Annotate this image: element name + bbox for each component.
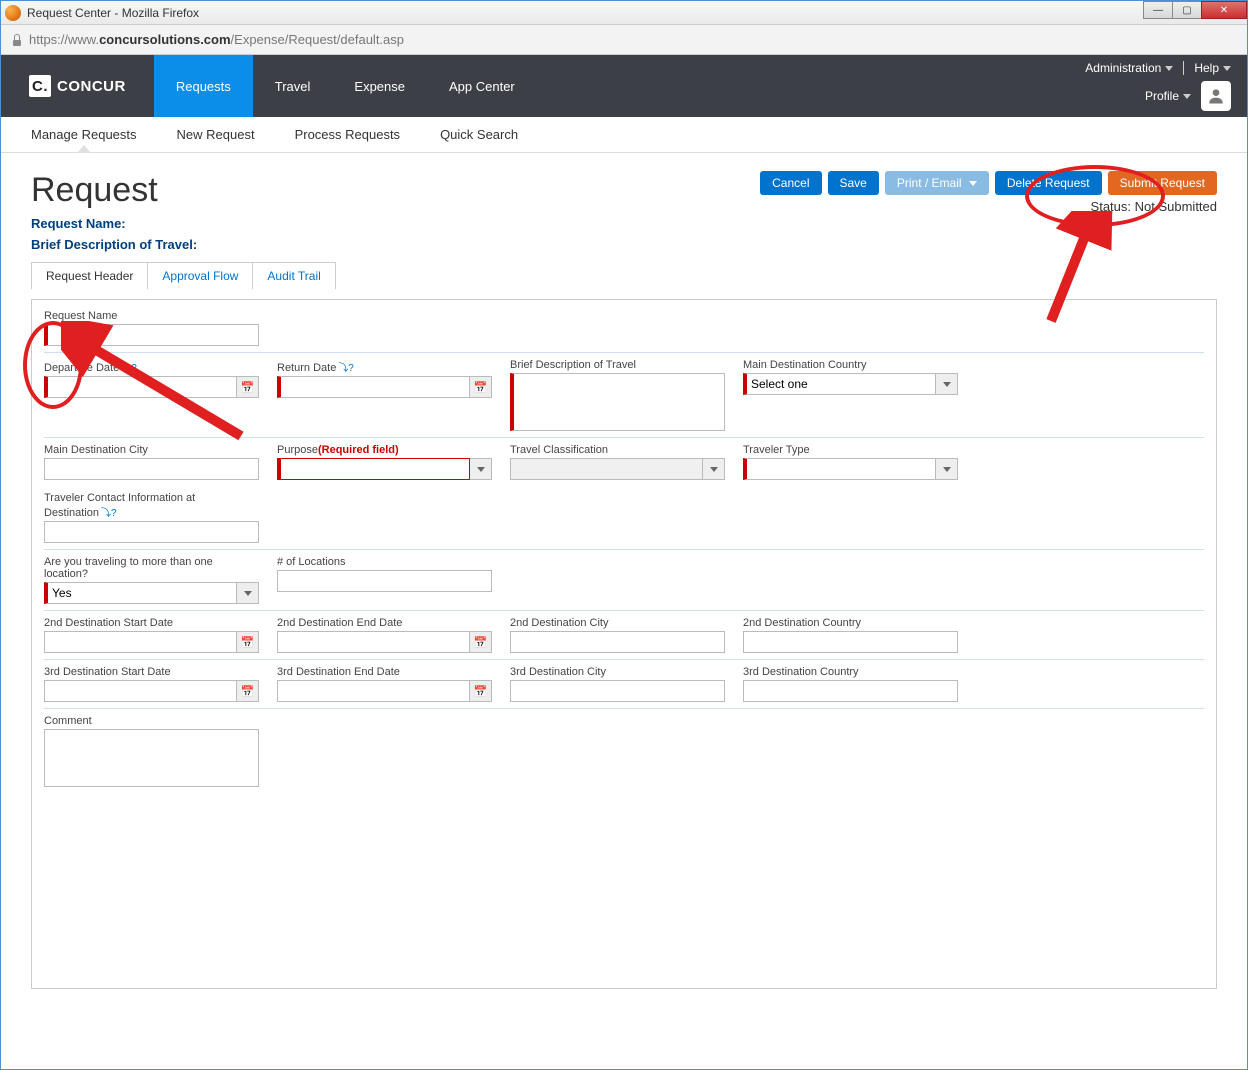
save-button[interactable]: Save [828,171,879,195]
calendar-icon[interactable]: 📅 [237,631,259,653]
chevron-down-icon[interactable] [237,582,259,604]
label-purpose: Purpose(Required field) [277,444,492,456]
chevron-down-icon[interactable] [470,458,492,480]
label-d3-end: 3rd Destination End Date [277,666,492,678]
label-main-dest-country: Main Destination Country [743,359,958,371]
label-departure-date: Departure Date⤵? [44,359,259,374]
window-maximize-button[interactable]: ▢ [1172,1,1202,19]
contact-info-input[interactable] [44,521,259,543]
calendar-icon[interactable]: 📅 [237,376,259,398]
calendar-icon[interactable]: 📅 [470,680,492,702]
d2-start-input[interactable] [44,631,237,653]
tab-request-header[interactable]: Request Header [31,262,148,289]
d3-end-input[interactable] [277,680,470,702]
brief-desc-textarea[interactable] [510,373,725,431]
meta-request-name: Request Name: [31,216,197,231]
d3-start-input[interactable] [44,680,237,702]
help-icon[interactable]: ⤵? [121,363,137,374]
nav-travel[interactable]: Travel [253,55,333,117]
lock-icon [11,34,23,46]
num-locations-input[interactable] [277,570,492,592]
departure-date-input[interactable] [44,376,237,398]
label-d2-country: 2nd Destination Country [743,617,958,629]
help-icon[interactable]: ⤵? [101,508,117,519]
purpose-select[interactable] [277,458,470,480]
label-contact-info: Traveler Contact Information at Destinat… [44,492,259,519]
nav-expense[interactable]: Expense [332,55,427,117]
browser-titlebar: Request Center - Mozilla Firefox — ▢ ✕ [1,1,1247,25]
window-title: Request Center - Mozilla Firefox [27,6,199,20]
label-d2-city: 2nd Destination City [510,617,725,629]
travel-class-select[interactable] [510,458,703,480]
request-name-input[interactable] [44,324,259,346]
subnav-quick-search[interactable]: Quick Search [440,117,518,152]
form-panel: Request Name Departure Date⤵? 📅 Return D… [31,299,1217,989]
label-return-date: Return Date⤵? [277,359,492,374]
subnav-process-requests[interactable]: Process Requests [295,117,401,152]
nav-appcenter[interactable]: App Center [427,55,537,117]
label-multi-location: Are you traveling to more than one locat… [44,556,259,580]
main-dest-country-select[interactable] [743,373,936,395]
nav-administration[interactable]: Administration [1085,61,1173,75]
label-traveler-type: Traveler Type [743,444,958,456]
chevron-down-icon[interactable] [936,373,958,395]
top-nav: C.CONCUR Requests Travel Expense App Cen… [1,55,1247,117]
page-title: Request [31,171,197,210]
chevron-down-icon[interactable] [936,458,958,480]
label-travel-class: Travel Classification [510,444,725,456]
address-bar[interactable]: https://www.concursolutions.com/Expense/… [1,25,1247,55]
brand-logo[interactable]: C.CONCUR [1,55,154,117]
cancel-button[interactable]: Cancel [760,171,821,195]
label-brief-desc: Brief Description of Travel [510,359,725,371]
d3-city-input[interactable] [510,680,725,702]
d2-country-input[interactable] [743,631,958,653]
status-text: Status: Not Submitted [760,199,1217,214]
calendar-icon[interactable]: 📅 [237,680,259,702]
calendar-icon[interactable]: 📅 [470,376,492,398]
calendar-icon[interactable]: 📅 [470,631,492,653]
multi-location-select[interactable] [44,582,237,604]
label-d3-country: 3rd Destination Country [743,666,958,678]
comment-textarea[interactable] [44,729,259,787]
label-comment: Comment [44,715,259,727]
label-d3-city: 3rd Destination City [510,666,725,678]
label-request-name: Request Name [44,310,259,322]
traveler-type-select[interactable] [743,458,936,480]
submit-request-button[interactable]: Submit Request [1108,171,1217,195]
nav-help[interactable]: Help [1194,61,1231,75]
d2-city-input[interactable] [510,631,725,653]
tab-audit-trail[interactable]: Audit Trail [252,262,335,289]
firefox-icon [5,5,21,21]
d3-country-input[interactable] [743,680,958,702]
form-tabs: Request Header Approval Flow Audit Trail [31,262,1217,289]
help-icon[interactable]: ⤵? [338,363,354,374]
meta-brief-desc: Brief Description of Travel: [31,237,197,252]
nav-profile[interactable]: Profile [1145,89,1191,103]
subnav-new-request[interactable]: New Request [177,117,255,152]
chevron-down-icon[interactable] [703,458,725,480]
tab-approval-flow[interactable]: Approval Flow [147,262,253,289]
label-d2-start: 2nd Destination Start Date [44,617,259,629]
sub-nav: Manage Requests New Request Process Requ… [1,117,1247,153]
label-d3-start: 3rd Destination Start Date [44,666,259,678]
delete-request-button[interactable]: Delete Request [995,171,1102,195]
avatar-icon[interactable] [1201,81,1231,111]
label-d2-end: 2nd Destination End Date [277,617,492,629]
label-num-locations: # of Locations [277,556,492,568]
label-main-dest-city: Main Destination City [44,444,259,456]
main-dest-city-input[interactable] [44,458,259,480]
nav-requests[interactable]: Requests [154,55,253,117]
print-email-button[interactable]: Print / Email [885,171,989,195]
subnav-manage-requests[interactable]: Manage Requests [31,117,137,152]
window-close-button[interactable]: ✕ [1201,1,1247,19]
return-date-input[interactable] [277,376,470,398]
d2-end-input[interactable] [277,631,470,653]
window-minimize-button[interactable]: — [1143,1,1173,19]
